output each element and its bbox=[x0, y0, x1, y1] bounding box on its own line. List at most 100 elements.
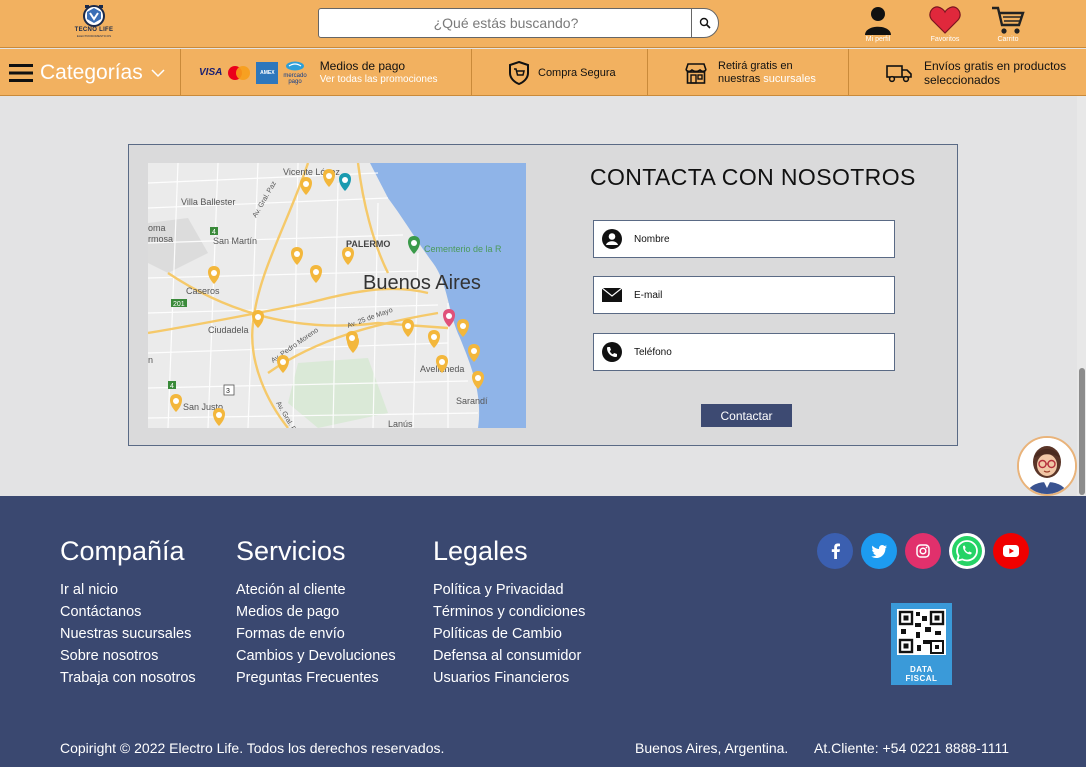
data-fiscal-label-2: FISCAL bbox=[905, 674, 938, 683]
contact-submit-button[interactable]: Contactar bbox=[701, 404, 792, 427]
user-icon bbox=[601, 228, 623, 250]
footer-link-terms[interactable]: Términos y condiciones bbox=[433, 601, 585, 623]
chevron-down-icon bbox=[151, 68, 165, 77]
svg-text:Caseros: Caseros bbox=[186, 286, 220, 296]
scrollbar-thumb[interactable] bbox=[1079, 368, 1085, 495]
cart-button[interactable]: Carrito bbox=[986, 5, 1030, 43]
shield-cart-icon bbox=[509, 60, 529, 85]
svg-text:3: 3 bbox=[226, 388, 230, 395]
map-city-label: Buenos Aires bbox=[363, 272, 481, 294]
footer-location: Buenos Aires, Argentina. bbox=[635, 740, 789, 756]
footer-link-returns[interactable]: Cambios y Devoluciones bbox=[236, 645, 396, 667]
name-field-label: Nombre bbox=[634, 233, 670, 245]
favorites-button[interactable]: Favoritos bbox=[923, 5, 967, 43]
facebook-icon[interactable] bbox=[817, 533, 853, 569]
svg-text:4: 4 bbox=[212, 229, 216, 236]
footer-link-jobs[interactable]: Trabaja con nosotros bbox=[60, 667, 196, 689]
logo-emblem-icon bbox=[83, 5, 105, 27]
map-graphic: 4 201 4 3 Vicente López Villa Ballester … bbox=[148, 163, 526, 428]
envelope-icon bbox=[601, 284, 623, 306]
footer-link-faq[interactable]: Preguntas Frecuentes bbox=[236, 667, 396, 689]
site-footer: Compañía Ir al nicio Contáctanos Nuestra… bbox=[0, 496, 1086, 767]
name-field[interactable]: Nombre bbox=[593, 220, 895, 258]
search-icon bbox=[699, 17, 711, 29]
svg-text:201: 201 bbox=[173, 301, 185, 308]
logo-subtext: ELECTRODOMESTICOS bbox=[76, 34, 112, 38]
svg-text:Ciudadela: Ciudadela bbox=[208, 325, 249, 335]
whatsapp-icon[interactable] bbox=[949, 533, 985, 569]
search-button[interactable] bbox=[691, 8, 718, 38]
svg-text:n: n bbox=[148, 355, 153, 365]
visa-logo: VISA bbox=[199, 67, 223, 78]
hamburger-icon bbox=[9, 63, 33, 82]
profile-label: Mi perfil bbox=[865, 36, 891, 43]
pickup-line-1: Retirá gratis en bbox=[718, 59, 793, 72]
free-shipping-link[interactable]: Envíos gratis en productos seleccionados bbox=[849, 49, 1086, 96]
card-brands: VISA AMEX mercado pago bbox=[199, 61, 307, 85]
store-map[interactable]: 4 201 4 3 Vicente López Villa Ballester … bbox=[148, 163, 526, 428]
footer-services-column: Servicios Ateción al cliente Medios de p… bbox=[236, 536, 396, 689]
footer-services-title: Servicios bbox=[236, 536, 346, 566]
cart-icon bbox=[992, 6, 1025, 34]
youtube-icon[interactable] bbox=[993, 533, 1029, 569]
phone-icon bbox=[601, 341, 623, 363]
mastercard-icon bbox=[228, 65, 251, 80]
heart-icon bbox=[929, 6, 961, 34]
store-icon bbox=[685, 62, 707, 84]
footer-link-shipping[interactable]: Formas de envío bbox=[236, 623, 396, 645]
svg-text:Lanús: Lanús bbox=[388, 419, 413, 428]
customer-service-phone: At.Cliente: +54 0221 8888-1111 bbox=[814, 740, 1009, 756]
footer-company-title: Compañía bbox=[60, 536, 185, 566]
categories-menu[interactable]: Categorías bbox=[0, 49, 181, 96]
info-bar: Categorías VISA AMEX mercado pago Medios … bbox=[0, 49, 1086, 96]
footer-link-privacy[interactable]: Política y Privacidad bbox=[433, 579, 585, 601]
user-icon bbox=[865, 7, 891, 35]
search-input[interactable] bbox=[319, 9, 693, 37]
data-fiscal-label-1: DATA bbox=[909, 665, 934, 674]
pickup-highlight: sucursales bbox=[763, 72, 816, 85]
svg-text:rmosa: rmosa bbox=[148, 234, 173, 244]
footer-link-customer-service[interactable]: Ateción al cliente bbox=[236, 579, 396, 601]
email-field[interactable]: E-mail bbox=[593, 276, 895, 314]
footer-link-contact[interactable]: Contáctanos bbox=[60, 601, 196, 623]
footer-link-exchange[interactable]: Políticas de Cambio bbox=[433, 623, 585, 645]
logo-text: TECNO LIFE bbox=[74, 27, 114, 33]
svg-text:PALERMO: PALERMO bbox=[346, 239, 390, 249]
categories-label: Categorías bbox=[40, 60, 143, 84]
footer-link-home[interactable]: Ir al nicio bbox=[60, 579, 196, 601]
copyright-text: Copiright © 2022 Electro Life. Todos los… bbox=[60, 740, 445, 756]
phone-field-label: Teléfono bbox=[634, 346, 672, 358]
footer-link-consumer[interactable]: Defensa al consumidor bbox=[433, 645, 585, 667]
profile-button[interactable]: Mi perfil bbox=[856, 5, 900, 43]
assistant-face-icon bbox=[1019, 438, 1075, 494]
amex-icon: AMEX bbox=[256, 61, 279, 84]
qr-code-icon bbox=[897, 609, 946, 655]
pickup-line-2: nuestras bbox=[718, 72, 764, 85]
data-fiscal-badge[interactable]: DATA FISCAL bbox=[891, 603, 952, 685]
shipping-line-1: Envíos gratis en productos bbox=[924, 58, 1067, 73]
secure-purchase-link[interactable]: Compra Segura bbox=[472, 49, 648, 96]
phone-field[interactable]: Teléfono bbox=[593, 333, 895, 371]
svg-text:San Martín: San Martín bbox=[213, 236, 257, 246]
svg-text:Cementerio de la R: Cementerio de la R bbox=[424, 244, 502, 254]
footer-company-column: Compañía Ir al nicio Contáctanos Nuestra… bbox=[60, 536, 196, 689]
payment-subtitle: Ver todas las promociones bbox=[319, 73, 438, 85]
instagram-icon[interactable] bbox=[905, 533, 941, 569]
footer-legal-title: Legales bbox=[433, 536, 528, 566]
mercadopago-icon: mercado pago bbox=[283, 61, 307, 85]
footer-link-stores[interactable]: Nuestras sucursales bbox=[60, 623, 196, 645]
footer-link-about[interactable]: Sobre nosotros bbox=[60, 645, 196, 667]
top-header: TECNO LIFE ELECTRODOMESTICOS Mi perfil F… bbox=[0, 0, 1086, 48]
shipping-line-2: seleccionados bbox=[924, 72, 1001, 87]
payment-methods-link[interactable]: VISA AMEX mercado pago Medios de pago Ver… bbox=[181, 49, 472, 96]
footer-link-financial[interactable]: Usuarios Financieros bbox=[433, 667, 585, 689]
footer-link-payment[interactable]: Medios de pago bbox=[236, 601, 396, 623]
brand-logo[interactable]: TECNO LIFE ELECTRODOMESTICOS bbox=[70, 3, 118, 43]
assistant-avatar[interactable] bbox=[1017, 436, 1077, 496]
store-pickup-link[interactable]: Retirá gratis en nuestras sucursales bbox=[648, 49, 849, 96]
payment-title: Medios de pago bbox=[319, 58, 406, 73]
twitter-icon[interactable] bbox=[861, 533, 897, 569]
svg-text:4: 4 bbox=[170, 383, 174, 390]
secure-purchase-label: Compra Segura bbox=[538, 66, 616, 79]
svg-text:oma: oma bbox=[148, 223, 166, 233]
